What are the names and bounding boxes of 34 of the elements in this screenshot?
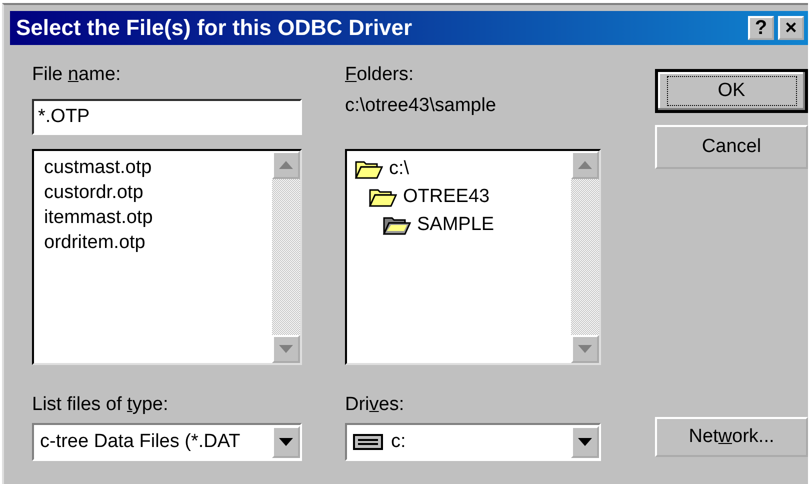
scrollbar[interactable] [272,151,300,363]
cancel-button[interactable]: Cancel [655,125,808,169]
scroll-up-button[interactable] [571,151,599,179]
help-button[interactable]: ? [748,16,774,40]
network-button[interactable]: Network... [655,417,808,457]
folder-path: c:\otree43\sample [345,94,498,118]
scroll-down-button[interactable] [272,335,300,363]
down-arrow-icon [578,345,592,353]
window-title: Select the File(s) for this ODBC Driver [16,15,414,41]
file-item[interactable]: custmast.otp [44,155,272,180]
ok-button[interactable]: OK [655,69,808,113]
scroll-up-button[interactable] [272,151,300,179]
drive-icon [353,434,383,450]
scrollbar[interactable] [571,151,599,363]
folder-item[interactable]: c:\ [389,158,410,180]
drive-dropdown[interactable]: c: [345,423,601,461]
file-item[interactable]: ordritem.otp [44,230,272,255]
scroll-down-button[interactable] [571,335,599,363]
dropdown-value: c: [391,431,406,453]
dropdown-value: c-tree Data Files (*.DAT [40,431,242,453]
field-label: List files of type: [32,393,170,417]
folder-item[interactable]: SAMPLE [417,214,494,236]
file-item[interactable]: custordr.otp [44,180,272,205]
up-arrow-icon [578,161,592,169]
file-type-dropdown[interactable]: c-tree Data Files (*.DAT [32,423,302,461]
down-arrow-icon [279,345,293,353]
field-label: Drives: [345,393,406,417]
field-label: Folders: [345,63,415,87]
folder-item[interactable]: OTREE43 [403,186,490,208]
field-label: File name: [32,63,122,87]
file-item[interactable]: itemmast.otp [44,205,272,230]
up-arrow-icon [279,161,293,169]
close-button[interactable]: × [778,16,804,40]
file-name-field[interactable]: *.OTP [32,99,302,135]
